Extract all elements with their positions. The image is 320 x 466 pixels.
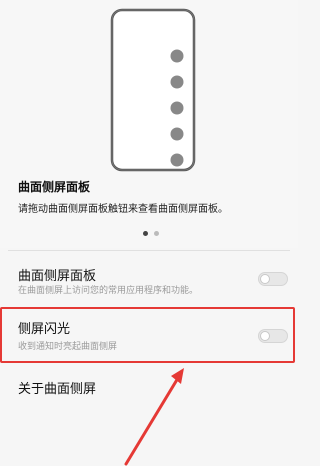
setting-subtitle: 收到通知时亮起曲面侧屏 [18,342,118,352]
edge-handle-dot [170,127,184,141]
setting-edge-lighting[interactable]: 侧屏闪光 收到通知时亮起曲面侧屏 [0,307,295,363]
section-divider [8,250,290,251]
edge-handle-dot [170,75,184,89]
toggle-knob [260,331,270,341]
setting-edge-panels[interactable]: 曲面侧屏面板 在曲面侧屏上访问您的常用应用程序和功能。 [0,260,298,302]
edge-handle-dot [170,101,184,115]
edge-panel-preview: 曲面侧屏面板 请拖动曲面侧屏面板触钮来查看曲面侧屏面板。 [0,0,298,248]
setting-title: 侧屏闪光 [18,322,71,337]
edge-handle-dot [170,49,184,63]
edge-panels-toggle[interactable] [258,272,288,286]
setting-about-edge-screen[interactable]: 关于曲面侧屏 [0,370,298,402]
setting-title: 曲面侧屏面板 [18,269,97,284]
preview-title: 曲面侧屏面板 [18,180,91,194]
toggle-knob [260,274,270,284]
setting-title: 关于曲面侧屏 [18,382,97,397]
page-dot-inactive[interactable] [154,231,159,236]
edge-lighting-toggle[interactable] [258,329,288,343]
page-indicator [143,231,163,237]
page-dot-active[interactable] [143,231,148,236]
preview-description: 请拖动曲面侧屏面板触钮来查看曲面侧屏面板。 [18,204,228,215]
setting-subtitle: 在曲面侧屏上访问您的常用应用程序和功能。 [18,286,199,296]
phone-edge-illustration [110,8,196,172]
edge-handle-dot [170,153,184,167]
